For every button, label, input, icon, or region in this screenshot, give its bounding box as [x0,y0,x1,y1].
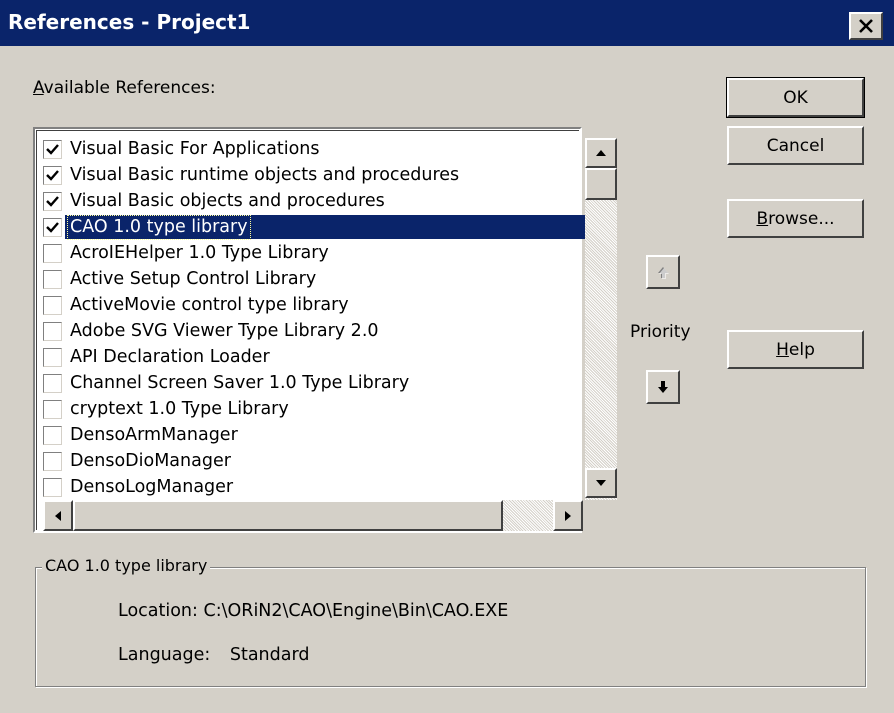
checkmark-icon [46,144,59,155]
cancel-button[interactable]: Cancel [727,126,864,165]
language-value: Standard [229,645,310,665]
language-line: Language: Standard [118,645,309,665]
reference-label: cryptext 1.0 Type Library [70,399,289,419]
reference-checkbox[interactable] [42,451,63,472]
reference-checkbox[interactable] [42,373,63,394]
priority-down-button[interactable] [646,370,680,404]
details-group-title: CAO 1.0 type library [42,556,211,575]
location-value: C:\ORiN2\CAO\Engine\Bin\CAO.EXE [203,601,509,621]
scrollbar-corner [583,500,617,531]
arrow-up-icon [658,267,669,279]
window-title: References - Project1 [8,10,251,34]
scroll-right-button[interactable] [553,500,583,531]
available-references-label: Available References: [33,78,216,98]
ok-button[interactable]: OK [726,77,865,118]
reference-label: DensoLogManager [70,477,234,497]
reference-label: ActiveMovie control type library [70,295,349,315]
reference-checkbox[interactable] [42,217,63,238]
horizontal-scrollbar[interactable] [43,500,583,531]
scroll-down-button[interactable] [585,468,617,498]
close-button[interactable] [849,12,883,40]
reference-label: Adobe SVG Viewer Type Library 2.0 [70,321,379,341]
triangle-up-icon [596,150,606,156]
reference-checkbox[interactable] [42,165,63,186]
reference-label: Visual Basic objects and procedures [70,191,385,211]
reference-checkbox[interactable] [42,399,63,420]
references-listbox[interactable]: Visual Basic For Applications Visual Basi… [33,127,617,533]
triangle-left-icon [55,510,61,521]
reference-label: API Declaration Loader [70,347,270,367]
priority-label: Priority [630,322,691,342]
reference-details-group [35,567,866,687]
reference-label: Active Setup Control Library [70,269,317,289]
scroll-thumb[interactable] [585,168,617,200]
language-label: Language: [118,645,211,665]
arrow-down-icon [658,381,668,393]
triangle-right-icon [565,510,571,521]
reference-checkbox[interactable] [42,295,63,316]
reference-checkbox[interactable] [42,425,63,446]
location-label: Location: [118,601,198,621]
browse-button[interactable]: Browse... [727,199,864,238]
vertical-scrollbar[interactable] [585,138,617,508]
checkmark-icon [46,170,59,181]
location-line: Location: C:\ORiN2\CAO\Engine\Bin\CAO.EX… [118,601,508,621]
reference-checkbox[interactable] [42,269,63,290]
reference-checkbox[interactable] [42,139,63,160]
title-bar: References - Project1 [0,0,894,46]
triangle-down-icon [596,480,606,486]
reference-checkbox[interactable] [42,243,63,264]
help-button[interactable]: Help [727,330,864,369]
reference-label: DensoArmManager [70,425,238,445]
reference-label: CAO 1.0 type library [67,215,251,240]
reference-checkbox[interactable] [42,347,63,368]
checkmark-icon [46,196,59,207]
reference-checkbox[interactable] [42,477,63,498]
scroll-left-button[interactable] [43,500,73,531]
reference-checkbox[interactable] [42,321,63,342]
reference-label: DensoDioManager [70,451,231,471]
reference-checkbox[interactable] [42,191,63,212]
close-icon [859,19,873,33]
reference-label: Visual Basic For Applications [70,139,320,159]
hscroll-thumb[interactable] [73,500,503,531]
scroll-up-button[interactable] [585,138,617,168]
priority-up-button[interactable] [646,255,680,289]
checkmark-icon [46,222,59,233]
reference-label: AcroIEHelper 1.0 Type Library [70,243,329,263]
reference-label: Visual Basic runtime objects and procedu… [70,165,460,185]
reference-label: Channel Screen Saver 1.0 Type Library [70,373,410,393]
